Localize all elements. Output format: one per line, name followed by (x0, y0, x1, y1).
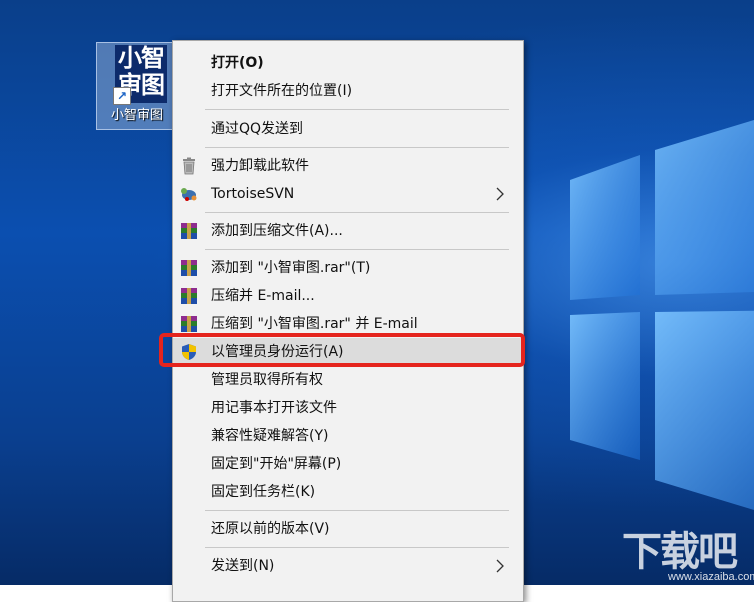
winrar-icon (181, 223, 197, 239)
menu-item-pin-to-start[interactable]: 固定到"开始"屏幕(P) (173, 450, 523, 478)
winrar-icon (181, 316, 197, 332)
watermark-url: www.xiazaiba.com (668, 571, 754, 583)
trash-icon (183, 157, 195, 175)
menu-item-label: 固定到任务栏(K) (211, 484, 316, 500)
windows-logo-wallpaper (570, 120, 754, 510)
menu-item-send-to[interactable]: 发送到(N) (173, 552, 523, 580)
menu-separator (205, 147, 509, 148)
menu-item-label: 压缩并 E-mail... (211, 288, 315, 304)
menu-item-open[interactable]: 打开(O) (173, 49, 523, 77)
menu-separator (205, 547, 509, 548)
highlight-annotation-box (159, 333, 525, 367)
chevron-right-icon (496, 559, 504, 573)
menu-item-take-ownership[interactable]: 管理员取得所有权 (173, 366, 523, 394)
menu-item-label: 添加到 "小智审图.rar"(T) (211, 260, 371, 276)
winrar-icon (181, 260, 197, 276)
winrar-icon (181, 288, 197, 304)
menu-item-force-uninstall[interactable]: 强力卸载此软件 (173, 152, 523, 180)
tortoisesvn-icon (181, 188, 197, 201)
menu-item-label: 还原以前的版本(V) (211, 521, 330, 537)
menu-item-label: 打开(O) (211, 55, 264, 71)
menu-item-label: 打开文件所在的位置(I) (211, 83, 353, 99)
menu-item-restore-previous-versions[interactable]: 还原以前的版本(V) (173, 515, 523, 543)
menu-separator (205, 109, 509, 110)
menu-item-compress-email[interactable]: 压缩并 E-mail... (173, 282, 523, 310)
menu-item-tortoisesvn[interactable]: TortoiseSVN (173, 180, 523, 208)
menu-item-add-to-rar[interactable]: 添加到 "小智审图.rar"(T) (173, 254, 523, 282)
menu-item-label: 管理员取得所有权 (211, 372, 323, 388)
menu-separator (205, 212, 509, 213)
menu-separator (205, 510, 509, 511)
menu-item-send-via-qq[interactable]: 通过QQ发送到 (173, 115, 523, 143)
chevron-right-icon (496, 187, 504, 201)
menu-item-open-with-notepad[interactable]: 用记事本打开该文件 (173, 394, 523, 422)
menu-item-label: 通过QQ发送到 (211, 121, 304, 137)
menu-item-pin-to-taskbar[interactable]: 固定到任务栏(K) (173, 478, 523, 506)
menu-item-label: 添加到压缩文件(A)... (211, 223, 343, 239)
watermark-text: 下载吧 (622, 529, 738, 575)
menu-separator (205, 249, 509, 250)
menu-item-troubleshoot-compatibility[interactable]: 兼容性疑难解答(Y) (173, 422, 523, 450)
shortcut-arrow-icon: ↗ (113, 87, 131, 105)
context-menu: 打开(O) 打开文件所在的位置(I) 通过QQ发送到 强力卸载此软件 Torto… (172, 40, 524, 602)
menu-item-label: 兼容性疑难解答(Y) (211, 428, 329, 444)
menu-item-open-location[interactable]: 打开文件所在的位置(I) (173, 77, 523, 105)
menu-item-label: 固定到"开始"屏幕(P) (211, 456, 342, 472)
menu-item-add-to-archive[interactable]: 添加到压缩文件(A)... (173, 217, 523, 245)
menu-item-label: 发送到(N) (211, 558, 275, 574)
menu-item-label: TortoiseSVN (211, 186, 295, 202)
menu-item-label: 用记事本打开该文件 (211, 400, 337, 416)
app-icon-text-1: 小智 (118, 44, 165, 72)
menu-item-label: 强力卸载此软件 (211, 158, 309, 174)
site-watermark: 下载吧 www.xiazaiba.com (618, 530, 754, 585)
